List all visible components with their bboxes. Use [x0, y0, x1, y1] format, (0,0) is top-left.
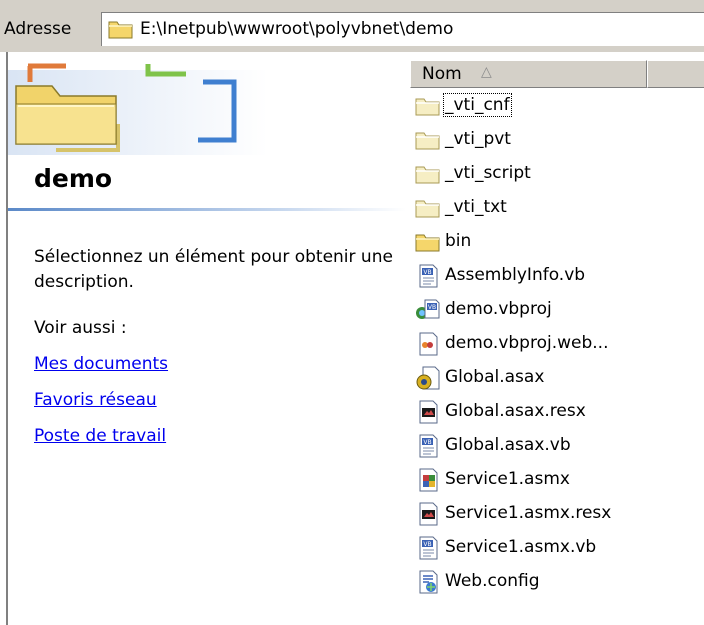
list-item-label: Web.config — [445, 571, 540, 591]
svg-text:VB: VB — [423, 439, 431, 446]
divider — [8, 208, 406, 211]
list-item[interactable]: _vti_pvt — [410, 124, 704, 158]
folder-light-icon — [415, 132, 440, 150]
task-pane: demo Sélectionnez un élément pour obteni… — [8, 52, 406, 625]
list-item[interactable]: bin — [410, 226, 704, 260]
column-header-name[interactable]: Nom △ — [410, 60, 647, 88]
folder-icon — [415, 234, 440, 252]
list-item[interactable]: VB AssemblyInfo.vb — [410, 260, 704, 294]
vbproj-icon: VB — [416, 299, 440, 319]
svg-text:VB: VB — [428, 304, 436, 311]
column-header-next[interactable] — [647, 60, 704, 88]
list-item-label: _vti_txt — [445, 197, 507, 217]
config-file-icon — [419, 570, 438, 594]
folder-light-icon — [415, 166, 440, 184]
list-item-label: _vti_script — [445, 163, 531, 183]
link-poste-de-travail[interactable]: Poste de travail — [34, 426, 166, 446]
list-item[interactable]: Service1.asmx.resx — [410, 498, 704, 532]
address-path: E:\Inetpub\wwwroot\polyvbnet\demo — [140, 19, 454, 39]
address-label: Adresse — [4, 19, 72, 39]
list-item[interactable]: demo.vbproj.web... — [410, 328, 704, 362]
vb-file-icon: VB — [419, 536, 438, 560]
list-item[interactable]: _vti_cnf — [410, 90, 704, 124]
list-item-label: AssemblyInfo.vb — [445, 265, 586, 285]
list-item-label: demo.vbproj.web... — [445, 333, 609, 353]
column-header-label: Nom — [422, 64, 462, 84]
svg-text:VB: VB — [423, 541, 431, 548]
folder-light-icon — [415, 98, 440, 116]
pane-title: demo — [34, 164, 113, 193]
gear-file-icon — [416, 366, 440, 390]
asmx-file-icon — [419, 468, 438, 492]
list-item-label: demo.vbproj — [445, 299, 552, 319]
list-item-label: Global.asax.resx — [445, 401, 586, 421]
list-item-label: Service1.asmx.vb — [445, 537, 597, 557]
list-item-label: bin — [445, 231, 472, 251]
vb-file-icon: VB — [419, 434, 438, 458]
list-item[interactable]: Global.asax.resx — [410, 396, 704, 430]
folder-light-icon — [415, 200, 440, 218]
svg-text:VB: VB — [423, 269, 431, 276]
list-item-label: _vti_pvt — [445, 129, 511, 149]
webinfo-file-icon — [419, 332, 438, 356]
folder-icon — [108, 21, 133, 39]
list-item[interactable]: _vti_txt — [410, 192, 704, 226]
list-item[interactable]: VB demo.vbproj — [410, 294, 704, 328]
list-item-label: Service1.asmx — [445, 469, 570, 489]
list-item-label: Global.asax.vb — [445, 435, 571, 455]
address-input[interactable]: E:\Inetpub\wwwroot\polyvbnet\demo — [101, 12, 704, 46]
list-item[interactable]: VB Service1.asmx.vb — [410, 532, 704, 566]
link-favoris-reseau[interactable]: Favoris réseau — [34, 390, 157, 410]
list-item-label: Global.asax — [445, 367, 545, 387]
list-item[interactable]: Service1.asmx — [410, 464, 704, 498]
list-item[interactable]: _vti_script — [410, 158, 704, 192]
list-item-label: Service1.asmx.resx — [445, 503, 612, 523]
list-item-label: _vti_cnf — [443, 93, 512, 117]
resx-file-icon — [419, 400, 438, 424]
list-item[interactable]: Global.asax — [410, 362, 704, 396]
file-list: Nom △ _vti_cnf _vti_pvt _vti_script _vti_tx… — [410, 60, 704, 625]
list-item[interactable]: Web.config — [410, 566, 704, 600]
list-item[interactable]: VB Global.asax.vb — [410, 430, 704, 464]
vb-file-icon: VB — [419, 264, 438, 288]
sort-ascending-icon: △ — [481, 64, 492, 80]
address-bar: Adresse E:\Inetpub\wwwroot\polyvbnet\dem… — [0, 0, 704, 52]
see-also-label: Voir aussi : — [34, 318, 127, 338]
resx-file-icon — [419, 502, 438, 526]
link-mes-documents[interactable]: Mes documents — [34, 354, 168, 374]
pane-description: Sélectionnez un élément pour obtenir une… — [34, 247, 393, 292]
